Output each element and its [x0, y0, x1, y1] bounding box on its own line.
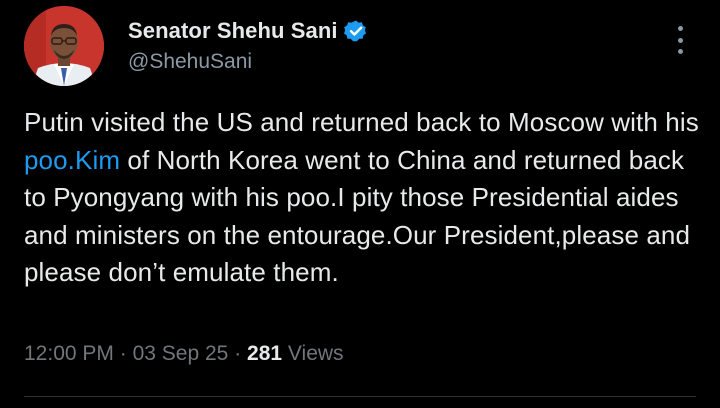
- tweet-date[interactable]: 03 Sep 25: [133, 342, 229, 366]
- views-label: Views: [287, 342, 344, 365]
- tweet-card: Senator Shehu Sani @ShehuSani Putin visi…: [0, 0, 720, 408]
- meta-separator: ·: [119, 342, 127, 365]
- name-row: Senator Shehu Sani: [128, 16, 368, 46]
- tweet-text-part: of North Korea went to China and returne…: [24, 144, 691, 288]
- tweet-text: Putin visited the US and returned back t…: [24, 104, 704, 292]
- more-options-icon[interactable]: [672, 26, 688, 54]
- handle[interactable]: @ShehuSani: [128, 50, 368, 74]
- tweet-meta: 12:00 PM · 03 Sep 25 · 281 Views: [24, 342, 344, 366]
- tweet-header: Senator Shehu Sani @ShehuSani: [128, 16, 368, 74]
- tweet-link[interactable]: poo.Kim: [24, 145, 120, 175]
- more-dot: [677, 26, 683, 31]
- tweet-text-part: Putin visited the US and returned back t…: [24, 107, 699, 137]
- avatar[interactable]: [24, 6, 104, 86]
- meta-separator: ·: [234, 342, 242, 365]
- verified-badge-icon: [343, 19, 368, 43]
- views-count[interactable]: 281: [247, 342, 282, 366]
- divider: [24, 396, 696, 397]
- more-dot: [677, 37, 683, 43]
- tweet-time[interactable]: 12:00 PM: [24, 342, 114, 366]
- more-dot: [677, 49, 683, 54]
- display-name[interactable]: Senator Shehu Sani: [128, 18, 338, 44]
